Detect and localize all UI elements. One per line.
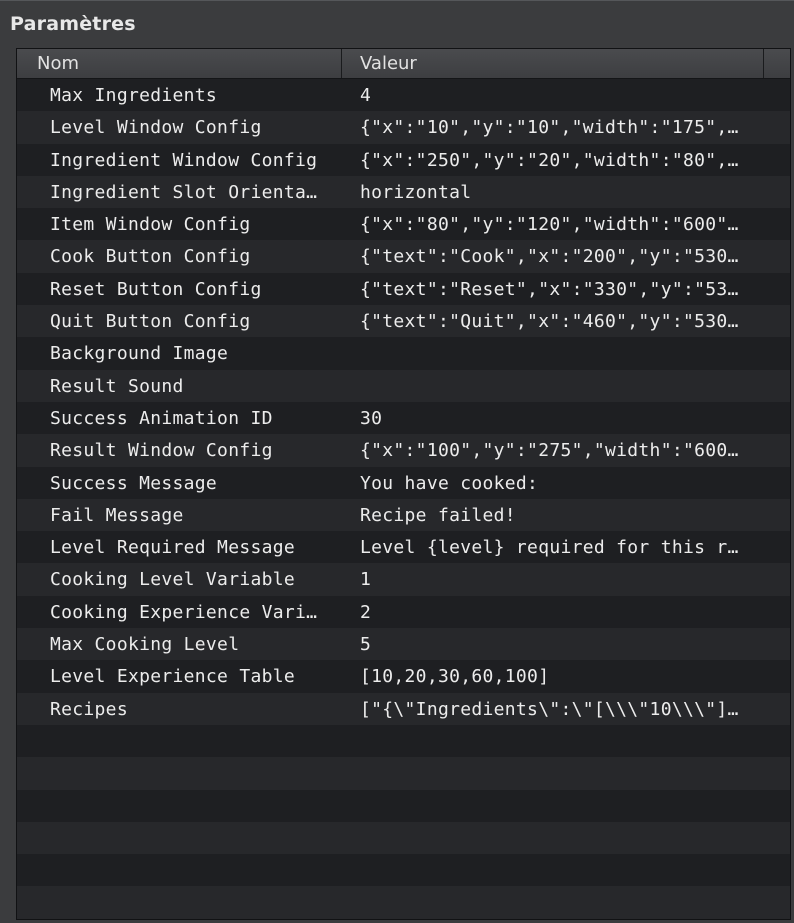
empty-row — [17, 757, 790, 790]
param-name: Fail Message — [50, 504, 184, 526]
param-name: Level Window Config — [50, 117, 262, 139]
param-name: Cooking Experience Vari… — [50, 601, 318, 623]
param-value[interactable]: ["{\"Ingredients\":\"[\\\"10\\\"]… — [360, 693, 760, 725]
table-row[interactable]: Ingredient Slot Orienta… horizontal — [17, 175, 790, 209]
param-name: Result Sound — [50, 375, 184, 397]
table-row[interactable]: Level Required Message Level {level} requ… — [17, 531, 790, 564]
table-row[interactable]: Success Message You have cooked: — [17, 466, 790, 499]
table-row[interactable]: Level Window Config {"x":"10","y":"10","w… — [17, 111, 790, 144]
param-name: Ingredient Window Config — [50, 149, 318, 171]
table-row[interactable]: Item Window Config {"x":"80","y":"120","w… — [17, 208, 790, 241]
empty-row — [17, 854, 790, 887]
table-row[interactable]: Level Experience Table [10,20,30,60,100] — [17, 660, 790, 693]
table-row[interactable]: Cooking Experience Vari… 2 — [17, 595, 790, 629]
param-name: Max Ingredients — [50, 85, 218, 106]
param-value[interactable]: 1 — [360, 563, 760, 595]
empty-row — [17, 789, 790, 822]
table-row[interactable]: Ingredient Window Config {"x":"250","y":"… — [17, 143, 790, 176]
table-row[interactable]: Recipes ["{\"Ingredients\":\"[\\\"10\\\"]… — [17, 692, 790, 725]
header-scroll-corner — [764, 49, 790, 78]
column-header-value[interactable]: Valeur — [342, 49, 764, 78]
param-value[interactable]: {"x":"10","y":"10","width":"175",… — [360, 111, 760, 143]
param-value[interactable]: {"x":"80","y":"120","width":"600"… — [360, 208, 760, 240]
param-name: Max Cooking Level — [50, 634, 240, 656]
param-name: Background Image — [50, 343, 229, 365]
empty-row — [17, 821, 790, 855]
param-value[interactable]: Level {level} required for this r… — [360, 531, 760, 563]
param-value[interactable]: horizontal — [360, 176, 760, 208]
empty-row — [17, 918, 790, 919]
param-value[interactable]: {"text":"Quit","x":"460","y":"530… — [360, 305, 760, 337]
param-name: Success Animation ID — [50, 407, 273, 429]
param-value[interactable]: {"x":"100","y":"275","width":"600… — [360, 434, 760, 466]
param-value[interactable]: 5 — [360, 628, 760, 660]
table-row[interactable]: Success Animation ID 30 — [17, 401, 790, 435]
param-name: Cook Button Config — [50, 246, 251, 268]
param-name: Item Window Config — [50, 214, 251, 236]
param-value[interactable]: [10,20,30,60,100] — [360, 660, 760, 692]
table-row[interactable]: Cooking Level Variable 1 — [17, 563, 790, 596]
param-value[interactable] — [360, 337, 760, 369]
panel-title: Paramètres — [10, 13, 136, 35]
grid-header: Nom Valeur — [17, 49, 790, 79]
table-row[interactable]: Background Image — [17, 337, 790, 370]
param-value[interactable] — [360, 370, 760, 402]
param-name: Ingredient Slot Orienta… — [50, 181, 318, 203]
table-row[interactable]: Quit Button Config {"text":"Quit","x":"46… — [17, 305, 790, 338]
empty-row — [17, 724, 790, 758]
table-row[interactable]: Cook Button Config {"text":"Cook","x":"20… — [17, 240, 790, 273]
table-row[interactable]: Result Window Config {"x":"100","y":"275"… — [17, 434, 790, 467]
column-header-name[interactable]: Nom — [17, 49, 342, 78]
param-value[interactable]: Recipe failed! — [360, 499, 760, 531]
param-value[interactable]: 2 — [360, 596, 760, 628]
param-name: Reset Button Config — [50, 278, 262, 300]
param-value[interactable]: {"x":"250","y":"20","width":"80",… — [360, 144, 760, 176]
empty-row — [17, 886, 790, 919]
table-row[interactable]: Max Cooking Level 5 — [17, 628, 790, 661]
param-name: Success Message — [50, 472, 218, 494]
param-name: Recipes — [50, 698, 128, 720]
param-name: Level Required Message — [50, 537, 296, 559]
table-row[interactable]: Result Sound — [17, 369, 790, 402]
param-name: Cooking Level Variable — [50, 569, 296, 591]
param-name: Result Window Config — [50, 440, 273, 462]
param-name: Level Experience Table — [50, 666, 296, 688]
grid-rows: Max Ingredients 4 Level Window Config {"x"… — [17, 79, 790, 919]
param-value[interactable]: 30 — [360, 402, 760, 434]
parameters-grid[interactable]: Nom Valeur Max Ingredients 4 Level Window… — [16, 48, 791, 920]
table-row[interactable]: Max Ingredients 4 — [17, 79, 790, 112]
param-name: Quit Button Config — [50, 311, 251, 333]
param-value[interactable]: {"text":"Reset","x":"330","y":"53… — [360, 273, 760, 305]
param-value[interactable]: 4 — [360, 79, 760, 111]
table-row[interactable]: Reset Button Config {"text":"Reset","x":"… — [17, 272, 790, 306]
param-value[interactable]: {"text":"Cook","x":"200","y":"530… — [360, 240, 760, 272]
parameters-panel: Paramètres Nom Valeur Max Ingredients 4 L… — [0, 0, 794, 923]
table-row[interactable]: Fail Message Recipe failed! — [17, 498, 790, 532]
param-value[interactable]: You have cooked: — [360, 467, 760, 499]
